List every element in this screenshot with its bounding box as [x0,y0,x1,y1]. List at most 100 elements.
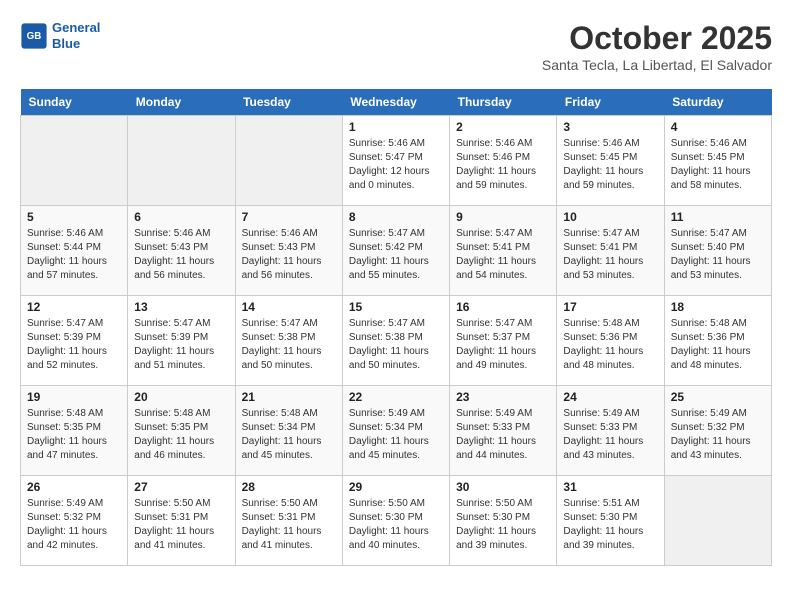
day-content: Sunrise: 5:50 AM Sunset: 5:31 PM Dayligh… [134,497,228,553]
day-number: 29 [349,480,443,494]
calendar-cell: 23 Sunrise: 5:49 AM Sunset: 5:33 PM Dayli… [450,386,557,476]
calendar-cell: 12Sunrise: 5:47 AM Sunset: 5:39 PM Dayli… [21,296,128,386]
day-content: Sunrise: 5:50 AM Sunset: 5:30 PM Dayligh… [456,497,550,553]
day-number: 19 [27,390,121,404]
calendar-week-row: 12Sunrise: 5:47 AM Sunset: 5:39 PM Dayli… [21,296,772,386]
weekday-header: Saturday [664,89,771,116]
day-content: Sunrise: 5:46 AM Sunset: 5:44 PM Dayligh… [27,227,121,283]
day-content: Sunrise: 5:46 AM Sunset: 5:46 PM Dayligh… [456,137,550,193]
day-content: Sunrise: 5:50 AM Sunset: 5:31 PM Dayligh… [242,497,336,553]
calendar-cell: 3 Sunrise: 5:46 AM Sunset: 5:45 PM Daylig… [557,116,664,206]
calendar-cell: 26 Sunrise: 5:49 AM Sunset: 5:32 PM Dayli… [21,476,128,566]
calendar-header-row: SundayMondayTuesdayWednesdayThursdayFrid… [21,89,772,116]
day-number: 16 [456,300,550,314]
calendar-cell: 6Sunrise: 5:46 AM Sunset: 5:43 PM Daylig… [128,206,235,296]
day-number: 9 [456,210,550,224]
calendar-week-row: 26 Sunrise: 5:49 AM Sunset: 5:32 PM Dayli… [21,476,772,566]
day-number: 13 [134,300,228,314]
day-number: 5 [27,210,121,224]
calendar-cell: 10 Sunrise: 5:47 AM Sunset: 5:41 PM Dayli… [557,206,664,296]
calendar-cell: 1 Sunrise: 5:46 AM Sunset: 5:47 PM Daylig… [342,116,449,206]
calendar-cell: 11 Sunrise: 5:47 AM Sunset: 5:40 PM Dayli… [664,206,771,296]
day-content: Sunrise: 5:47 AM Sunset: 5:38 PM Dayligh… [349,317,443,373]
calendar-cell: 16 Sunrise: 5:47 AM Sunset: 5:37 PM Dayli… [450,296,557,386]
calendar-cell: 8Sunrise: 5:47 AM Sunset: 5:42 PM Daylig… [342,206,449,296]
day-number: 14 [242,300,336,314]
calendar-cell: 4Sunrise: 5:46 AM Sunset: 5:45 PM Daylig… [664,116,771,206]
day-content: Sunrise: 5:47 AM Sunset: 5:41 PM Dayligh… [563,227,657,283]
day-content: Sunrise: 5:48 AM Sunset: 5:36 PM Dayligh… [563,317,657,373]
weekday-header: Sunday [21,89,128,116]
day-content: Sunrise: 5:46 AM Sunset: 5:47 PM Dayligh… [349,137,443,193]
logo: GB General Blue [20,20,100,51]
day-content: Sunrise: 5:48 AM Sunset: 5:35 PM Dayligh… [134,407,228,463]
calendar-cell: 30 Sunrise: 5:50 AM Sunset: 5:30 PM Dayli… [450,476,557,566]
day-content: Sunrise: 5:47 AM Sunset: 5:41 PM Dayligh… [456,227,550,283]
calendar-cell: 20 Sunrise: 5:48 AM Sunset: 5:35 PM Dayli… [128,386,235,476]
calendar-cell: 24 Sunrise: 5:49 AM Sunset: 5:33 PM Dayli… [557,386,664,476]
day-content: Sunrise: 5:49 AM Sunset: 5:33 PM Dayligh… [563,407,657,463]
day-number: 22 [349,390,443,404]
day-content: Sunrise: 5:48 AM Sunset: 5:35 PM Dayligh… [27,407,121,463]
logo-text: General Blue [52,20,100,51]
calendar-week-row: 5 Sunrise: 5:46 AM Sunset: 5:44 PM Daylig… [21,206,772,296]
weekday-header: Monday [128,89,235,116]
calendar-cell: 22Sunrise: 5:49 AM Sunset: 5:34 PM Dayli… [342,386,449,476]
day-number: 30 [456,480,550,494]
day-number: 1 [349,120,443,134]
calendar-cell: 25Sunrise: 5:49 AM Sunset: 5:32 PM Dayli… [664,386,771,476]
day-content: Sunrise: 5:47 AM Sunset: 5:39 PM Dayligh… [27,317,121,373]
day-number: 15 [349,300,443,314]
page-header: GB General Blue October 2025 Santa Tecla… [20,20,772,73]
calendar-cell: 18Sunrise: 5:48 AM Sunset: 5:36 PM Dayli… [664,296,771,386]
weekday-header: Friday [557,89,664,116]
day-content: Sunrise: 5:49 AM Sunset: 5:33 PM Dayligh… [456,407,550,463]
day-number: 18 [671,300,765,314]
day-number: 31 [563,480,657,494]
day-number: 8 [349,210,443,224]
day-number: 23 [456,390,550,404]
calendar-cell: 28Sunrise: 5:50 AM Sunset: 5:31 PM Dayli… [235,476,342,566]
calendar-cell [128,116,235,206]
calendar-cell: 9 Sunrise: 5:47 AM Sunset: 5:41 PM Daylig… [450,206,557,296]
day-number: 20 [134,390,228,404]
month-year: October 2025 [542,20,772,57]
svg-text:GB: GB [27,30,42,41]
calendar-cell: 19 Sunrise: 5:48 AM Sunset: 5:35 PM Dayli… [21,386,128,476]
day-number: 3 [563,120,657,134]
calendar-cell: 31 Sunrise: 5:51 AM Sunset: 5:30 PM Dayli… [557,476,664,566]
day-content: Sunrise: 5:51 AM Sunset: 5:30 PM Dayligh… [563,497,657,553]
day-content: Sunrise: 5:49 AM Sunset: 5:32 PM Dayligh… [27,497,121,553]
day-content: Sunrise: 5:47 AM Sunset: 5:37 PM Dayligh… [456,317,550,373]
calendar-cell: 14 Sunrise: 5:47 AM Sunset: 5:38 PM Dayli… [235,296,342,386]
calendar-cell [664,476,771,566]
calendar-cell: 21Sunrise: 5:48 AM Sunset: 5:34 PM Dayli… [235,386,342,476]
day-content: Sunrise: 5:47 AM Sunset: 5:40 PM Dayligh… [671,227,765,283]
location: Santa Tecla, La Libertad, El Salvador [542,57,772,73]
day-number: 6 [134,210,228,224]
day-content: Sunrise: 5:47 AM Sunset: 5:38 PM Dayligh… [242,317,336,373]
day-number: 25 [671,390,765,404]
day-content: Sunrise: 5:47 AM Sunset: 5:39 PM Dayligh… [134,317,228,373]
day-number: 10 [563,210,657,224]
day-content: Sunrise: 5:46 AM Sunset: 5:45 PM Dayligh… [671,137,765,193]
day-content: Sunrise: 5:46 AM Sunset: 5:45 PM Dayligh… [563,137,657,193]
calendar-cell: 17 Sunrise: 5:48 AM Sunset: 5:36 PM Dayli… [557,296,664,386]
calendar-cell: 13 Sunrise: 5:47 AM Sunset: 5:39 PM Dayli… [128,296,235,386]
calendar-cell: 7 Sunrise: 5:46 AM Sunset: 5:43 PM Daylig… [235,206,342,296]
weekday-header: Thursday [450,89,557,116]
day-content: Sunrise: 5:46 AM Sunset: 5:43 PM Dayligh… [242,227,336,283]
day-number: 11 [671,210,765,224]
day-number: 27 [134,480,228,494]
calendar-table: SundayMondayTuesdayWednesdayThursdayFrid… [20,89,772,566]
weekday-header: Tuesday [235,89,342,116]
day-number: 17 [563,300,657,314]
day-number: 26 [27,480,121,494]
calendar-cell: 5 Sunrise: 5:46 AM Sunset: 5:44 PM Daylig… [21,206,128,296]
day-content: Sunrise: 5:48 AM Sunset: 5:34 PM Dayligh… [242,407,336,463]
day-number: 7 [242,210,336,224]
logo-line1: General [52,20,100,35]
day-number: 24 [563,390,657,404]
calendar-cell: 29Sunrise: 5:50 AM Sunset: 5:30 PM Dayli… [342,476,449,566]
title-section: October 2025 Santa Tecla, La Libertad, E… [542,20,772,73]
